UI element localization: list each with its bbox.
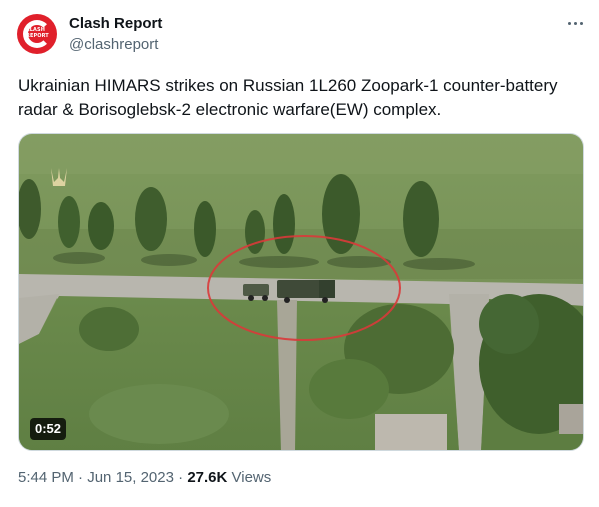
tweet-card: CLASH REPORT Clash Report @clashreport U… xyxy=(0,0,599,507)
views-count[interactable]: 27.6K xyxy=(187,469,227,486)
tweet-meta: 5:44 PM · Jun 15, 2023 · 27.6K Views xyxy=(18,469,271,486)
author-name[interactable]: Clash Report xyxy=(69,15,162,32)
video-duration-badge: 0:52 xyxy=(30,418,67,440)
video-frame xyxy=(19,134,583,450)
avatar[interactable]: CLASH REPORT xyxy=(17,14,57,54)
tweet-date[interactable]: Jun 15, 2023 xyxy=(87,469,174,486)
meta-separator-2: · xyxy=(178,469,184,486)
building-roof xyxy=(375,414,447,450)
avatar-logo-text: CLASH REPORT xyxy=(26,27,49,39)
author-handle[interactable]: @clashreport xyxy=(69,36,158,53)
video-player[interactable] xyxy=(18,133,584,451)
more-options-button[interactable] xyxy=(560,12,590,34)
meta-separator: · xyxy=(78,469,84,486)
tweet-text: Ukrainian HIMARS strikes on Russian 1L26… xyxy=(18,76,558,119)
more-horizontal-icon xyxy=(567,21,571,25)
views-label: Views xyxy=(231,469,272,486)
tweet-time[interactable]: 5:44 PM xyxy=(18,469,74,486)
